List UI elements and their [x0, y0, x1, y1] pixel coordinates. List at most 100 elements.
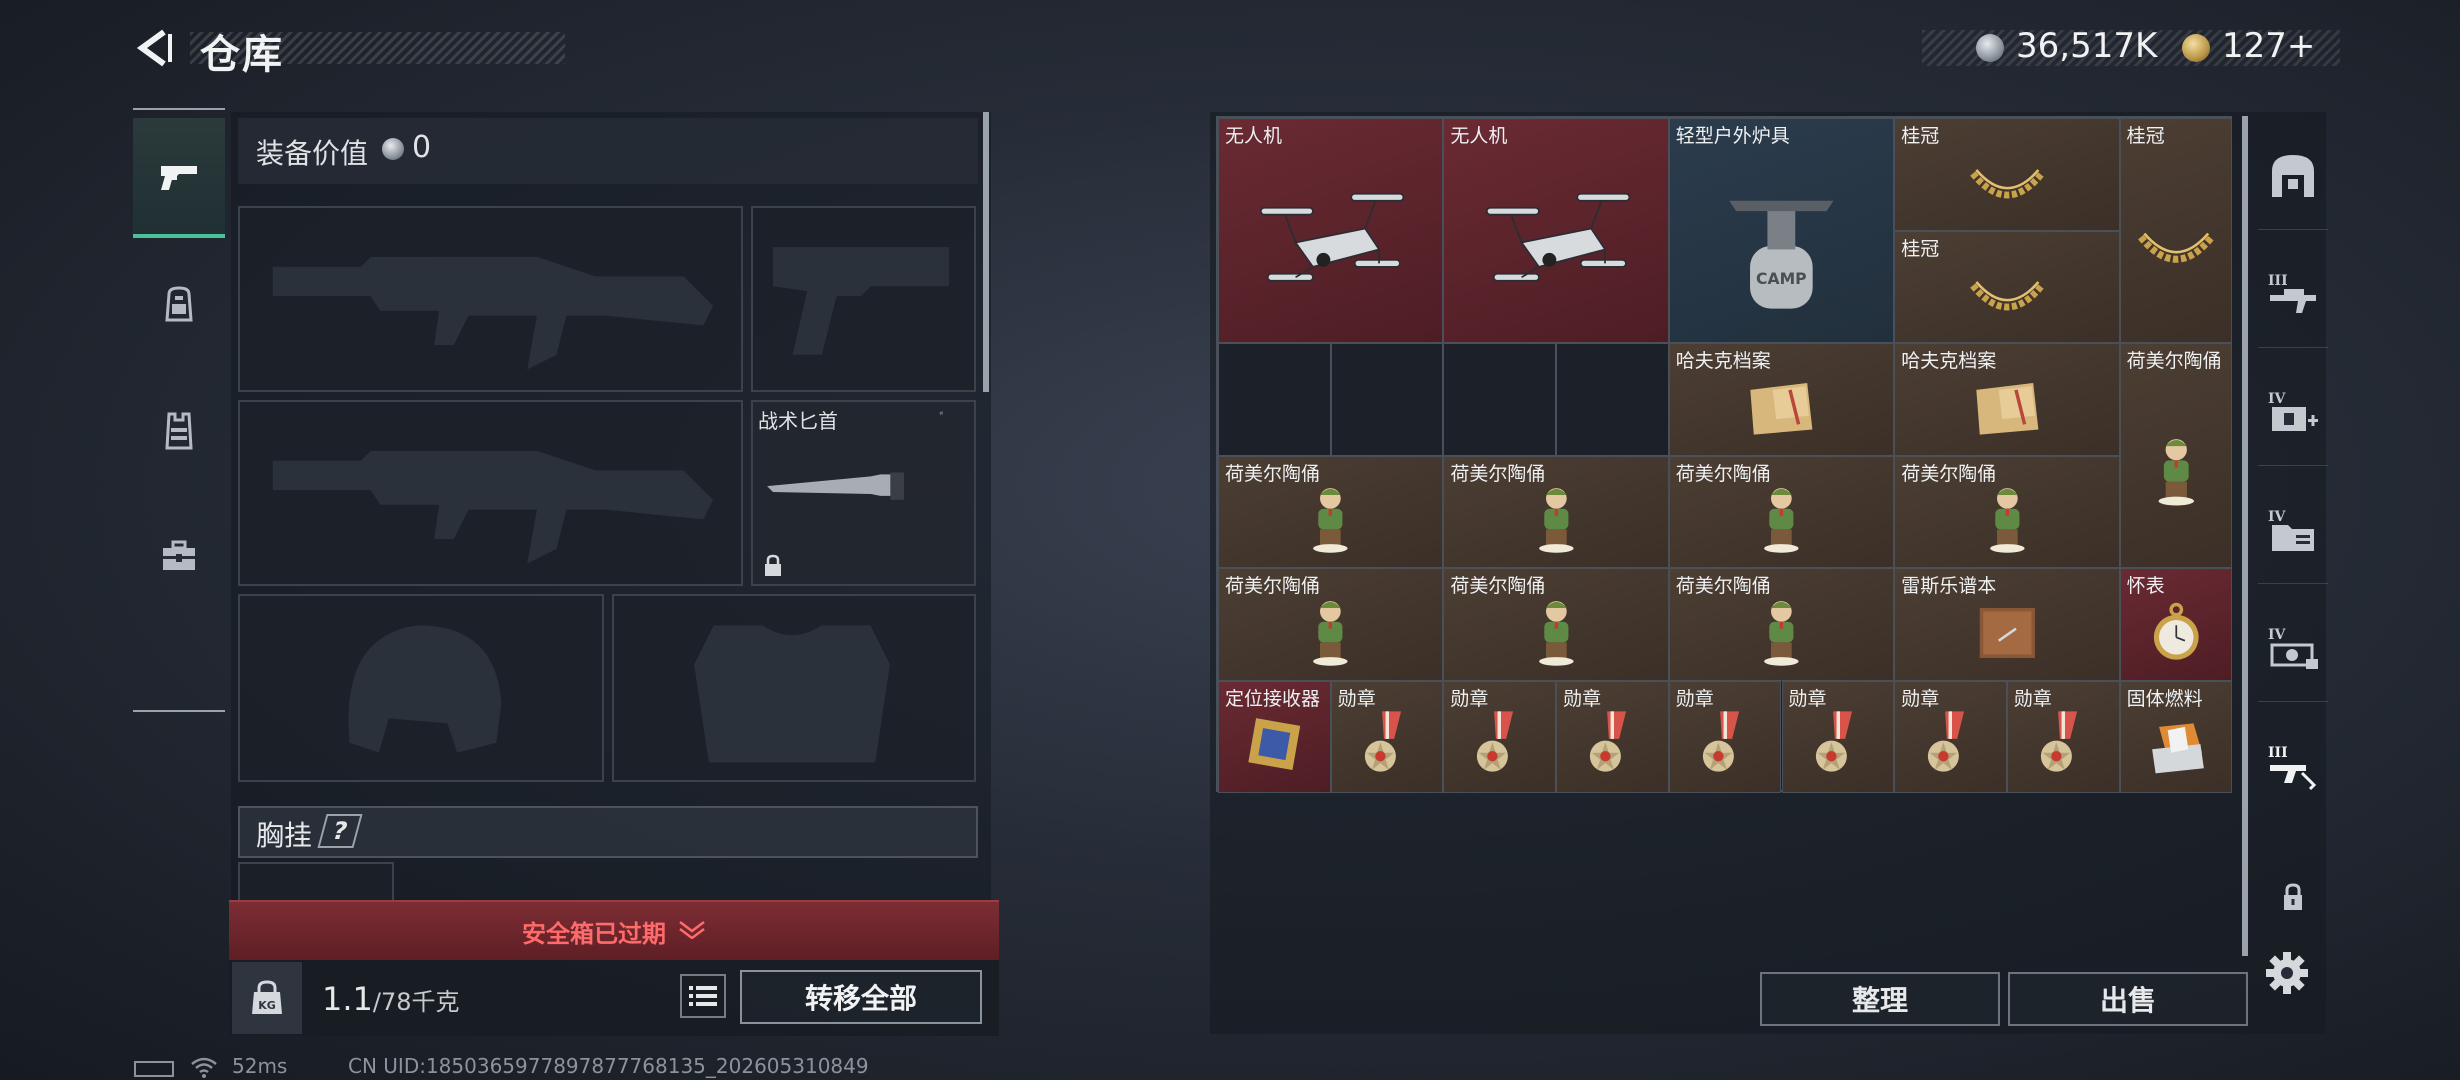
medical-icon: IV [2268, 391, 2318, 431]
safe-box-status: 安全箱已过期 [522, 919, 666, 948]
item-name: 固体燃料 [2126, 687, 2203, 710]
equipment-scrollbar[interactable] [983, 112, 989, 392]
figurine-icon [1692, 589, 1871, 675]
storage-item-26[interactable]: 固体燃料 [2119, 680, 2233, 793]
storage-item-23[interactable]: 勋章 [1781, 680, 1895, 793]
storage-item-1[interactable]: 无人机 [1443, 118, 1669, 343]
storage-item-0[interactable]: 无人机 [1218, 118, 1444, 343]
primary-weapon-slot-2[interactable] [238, 400, 743, 586]
medal-icon [1906, 701, 1995, 787]
weight-max: /78千克 [372, 988, 460, 1016]
tab-toolbox[interactable] [133, 496, 225, 616]
equipment-value: 0 [412, 130, 432, 165]
svg-text:IV: IV [2268, 391, 2287, 407]
storage-scrollbar[interactable] [2242, 116, 2248, 956]
lock-icon [765, 554, 781, 576]
workbench-icon: III [2268, 273, 2316, 313]
gear-icon[interactable] [2264, 950, 2310, 996]
pistol-icon [161, 166, 197, 190]
storage-item-3[interactable]: 桂冠 [1894, 118, 2120, 231]
pocket-watch-icon [2132, 589, 2221, 675]
gold-amount[interactable]: 127+ [2222, 26, 2315, 66]
medal-icon [1343, 701, 1432, 787]
storage-item-7[interactable]: 哈夫克档案 [1894, 343, 2120, 456]
storage-item-9[interactable]: 荷美尔陶俑 [1218, 455, 1444, 568]
item-name: 勋章 [2013, 687, 2052, 710]
rifle-silhouette-icon [272, 450, 714, 564]
transfer-all-button[interactable]: 转移全部 [740, 970, 982, 1024]
weight-icon: KG [232, 962, 302, 1034]
item-name: 勋章 [1675, 687, 1714, 710]
back-arrow-icon[interactable] [132, 26, 176, 70]
storage-item-12[interactable]: 荷美尔陶俑 [1894, 455, 2120, 568]
medal-icon [1794, 701, 1883, 787]
storage-item-14[interactable]: 荷美尔陶俑 [1443, 568, 1669, 681]
storage-item-2[interactable]: 轻型户外炉具 CAMP [1668, 118, 1895, 343]
tab-archive[interactable]: IV [2258, 476, 2328, 584]
weight-current: 1.1 [322, 980, 373, 1018]
pistol-slot[interactable] [751, 206, 976, 392]
toolbox-icon [163, 540, 195, 570]
svg-text:III: III [2268, 745, 2288, 761]
tab-ammo[interactable]: III [2258, 712, 2328, 820]
list-view-button[interactable] [680, 974, 726, 1018]
storage-item-19[interactable]: 勋章 [1330, 680, 1444, 793]
silver-coin-icon [1976, 34, 2004, 62]
storage-item-16[interactable]: 雷斯乐谱本 [1894, 568, 2120, 681]
sort-button[interactable]: 整理 [1760, 972, 2000, 1026]
page-title: 仓库 [200, 32, 284, 78]
safe-box-expired-bar[interactable]: 安全箱已过期 [229, 900, 999, 960]
empty-storage-cell [1556, 343, 1669, 456]
primary-weapon-slot-1[interactable] [238, 206, 743, 392]
armor-slot[interactable] [612, 594, 976, 782]
storage-item-17[interactable]: 怀表 [2119, 568, 2233, 681]
medal-icon [1455, 701, 1544, 787]
storage-item-22[interactable]: 勋章 [1668, 680, 1782, 793]
rifle-silhouette-icon [272, 256, 714, 370]
storage-item-4[interactable]: 桂冠 [2119, 118, 2233, 343]
storage-item-25[interactable]: 勋章 [2006, 680, 2120, 793]
camp-stove-icon: CAMP [1692, 159, 1871, 333]
storage-item-24[interactable]: 勋章 [1894, 680, 2007, 793]
storage-item-5[interactable]: 桂冠 [1894, 230, 2120, 343]
item-name: 轻型户外炉具 [1675, 125, 1790, 147]
tab-safehouse[interactable] [2258, 122, 2328, 230]
storage-item-6[interactable]: 哈夫克档案 [1668, 343, 1895, 456]
storage-item-18[interactable]: 定位接收器 [1218, 680, 1331, 793]
storage-item-21[interactable]: 勋章 [1556, 680, 1669, 793]
backpack-icon [165, 286, 193, 322]
tab-medical[interactable]: IV [2258, 358, 2328, 466]
laurel-crown-icon [1918, 139, 2097, 225]
storage-item-13[interactable]: 荷美尔陶俑 [1218, 568, 1444, 681]
item-name: 荷美尔陶俑 [1675, 575, 1771, 597]
storage-item-20[interactable]: 勋章 [1443, 680, 1557, 793]
storage-item-8[interactable]: 荷美尔陶俑 [2119, 343, 2233, 568]
chevron-down-icon [678, 919, 706, 944]
item-name: 荷美尔陶俑 [1450, 575, 1546, 597]
wifi-icon [190, 1056, 218, 1080]
ping-readout: 52ms [232, 1054, 288, 1078]
storage-grid: 无人机 无人机 轻型户外炉具 CAMP 桂冠 桂冠 桂冠 哈夫克档案 哈夫克档案 荷美尔陶俑 荷美尔… [1216, 116, 2233, 793]
tab-workbench[interactable]: III [2258, 240, 2328, 348]
svg-text:III: III [2268, 273, 2288, 289]
storage-item-15[interactable]: 荷美尔陶俑 [1668, 568, 1895, 681]
lock-icon[interactable] [2276, 880, 2310, 914]
storage-item-10[interactable]: 荷美尔陶俑 [1443, 455, 1669, 568]
tab-vest[interactable] [133, 370, 225, 490]
helmet-slot[interactable] [238, 594, 604, 782]
swap-icon[interactable] [939, 408, 971, 440]
chest-rig-slot[interactable] [238, 862, 394, 902]
storage-item-11[interactable]: 荷美尔陶俑 [1668, 455, 1895, 568]
tab-weapons[interactable] [133, 118, 225, 238]
money-amount[interactable]: 36,517K [2016, 26, 2157, 66]
folder-icon: IV [2268, 509, 2314, 551]
laurel-crown-icon [2132, 159, 2221, 333]
empty-storage-cell [1330, 343, 1444, 456]
item-name: 桂冠 [2126, 125, 2165, 147]
tab-vault[interactable]: IV [2258, 594, 2328, 702]
svg-text:IV: IV [2268, 627, 2287, 643]
figurine-icon [2132, 384, 2221, 558]
item-name: 荷美尔陶俑 [1675, 462, 1771, 485]
sell-button[interactable]: 出售 [2008, 972, 2248, 1026]
tab-backpack[interactable] [133, 244, 225, 364]
